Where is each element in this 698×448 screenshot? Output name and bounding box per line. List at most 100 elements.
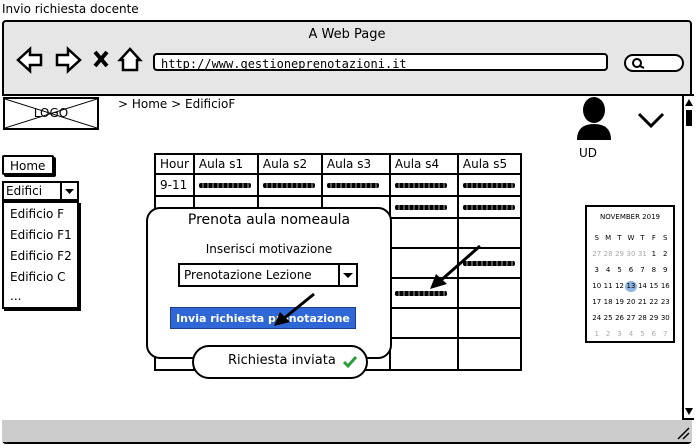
- calendar-day[interactable]: 6: [648, 329, 659, 340]
- calendar-day[interactable]: 29: [614, 249, 625, 260]
- calendar-day[interactable]: 27: [591, 249, 602, 260]
- calendar-day[interactable]: 28: [637, 313, 648, 324]
- table-header-row: Hour Aula s1 Aula s2 Aula s3 Aula s4 Aul…: [154, 153, 522, 175]
- calendar-day[interactable]: 3: [591, 265, 602, 276]
- calendar-day[interactable]: 13: [625, 281, 637, 292]
- calendar-day[interactable]: 4: [625, 329, 636, 340]
- chevron-down-icon[interactable]: [636, 110, 666, 130]
- calendar-day[interactable]: 15: [648, 281, 659, 292]
- table-cell[interactable]: [388, 195, 459, 219]
- table-cell[interactable]: [388, 173, 459, 197]
- calendar-day[interactable]: 16: [660, 281, 671, 292]
- resize-grip-icon[interactable]: [676, 426, 690, 440]
- search-field[interactable]: [624, 54, 684, 72]
- toast-text: Richiesta inviata: [228, 353, 336, 368]
- calendar-day[interactable]: 30: [625, 249, 636, 260]
- calendar-day[interactable]: 2: [602, 329, 613, 340]
- calendar-day[interactable]: 23: [660, 297, 671, 308]
- calendar-day[interactable]: 19: [614, 297, 625, 308]
- calendar-day[interactable]: 25: [602, 313, 613, 324]
- calendar-day[interactable]: 31: [637, 249, 648, 260]
- table-cell[interactable]: [456, 195, 522, 219]
- list-item[interactable]: Edificio F1: [10, 228, 72, 242]
- calendar-day[interactable]: 5: [614, 265, 625, 276]
- calendar-day[interactable]: 18: [602, 297, 613, 308]
- building-list: Edificio F Edificio F1 Edificio F2 Edifi…: [2, 201, 79, 309]
- calendar-day[interactable]: 20: [625, 297, 636, 308]
- url-input[interactable]: http://www.gestioneprenotazioni.it: [153, 53, 608, 71]
- browser-nav-icons: [16, 46, 143, 74]
- chevron-down-icon: [343, 273, 353, 278]
- send-request-button[interactable]: Invia richiesta prenotazione: [170, 307, 356, 329]
- page-title: Invio richiesta docente: [2, 2, 139, 16]
- table-cell[interactable]: [192, 173, 259, 197]
- calendar-day[interactable]: 2: [660, 249, 671, 260]
- calendar-day[interactable]: 10: [591, 281, 602, 292]
- calendar-day[interactable]: 30: [660, 313, 671, 324]
- reason-select[interactable]: Prenotazione Lezione: [178, 263, 358, 287]
- calendar-day[interactable]: 4: [602, 265, 613, 276]
- calendar-day[interactable]: 12: [614, 281, 625, 292]
- user-avatar-icon[interactable]: [574, 96, 614, 142]
- logo: LOGO: [3, 97, 99, 130]
- calendar-day[interactable]: 6: [625, 265, 636, 276]
- breadcrumb[interactable]: > Home > EdificioF: [118, 97, 235, 111]
- window-title: A Web Page: [308, 27, 386, 42]
- building-select[interactable]: Edifici: [2, 181, 79, 201]
- calendar-day[interactable]: 26: [614, 313, 625, 324]
- table-header: Aula s1: [192, 153, 259, 175]
- table-header: Aula s5: [456, 153, 522, 175]
- list-item[interactable]: Edificio F: [10, 207, 64, 221]
- calendar-day[interactable]: 14: [637, 281, 648, 292]
- list-item[interactable]: Edificio C: [10, 270, 66, 284]
- calendar-day[interactable]: 21: [637, 297, 648, 308]
- building-select-value: Edifici: [6, 184, 43, 198]
- table-cell[interactable]: [320, 173, 391, 197]
- table-row: 9-11: [154, 173, 522, 197]
- weekday-label: S: [663, 234, 668, 242]
- table-header: Aula s4: [388, 153, 459, 175]
- calendar-day[interactable]: 8: [648, 265, 659, 276]
- close-icon[interactable]: [93, 50, 109, 68]
- calendar-day[interactable]: 17: [591, 297, 602, 308]
- calendar-day[interactable]: 9: [660, 265, 671, 276]
- user-name: UD: [579, 146, 598, 160]
- table-cell[interactable]: [256, 173, 323, 197]
- calendar-day[interactable]: 22: [648, 297, 659, 308]
- calendar-day[interactable]: 27: [625, 313, 636, 324]
- reason-label: Inserisci motivazione: [205, 242, 333, 256]
- time-cell: 9-11: [154, 173, 195, 197]
- calendar-day[interactable]: 3: [614, 329, 625, 340]
- logo-text: LOGO: [33, 106, 69, 120]
- list-item[interactable]: Edificio F2: [10, 249, 72, 263]
- forward-icon[interactable]: [55, 46, 82, 74]
- list-item[interactable]: ...: [10, 289, 21, 303]
- weekday-label: F: [651, 234, 656, 242]
- calendar-day[interactable]: 7: [660, 329, 671, 340]
- calendar-day[interactable]: 1: [591, 329, 602, 340]
- table-header: Aula s3: [320, 153, 391, 175]
- calendar-day[interactable]: 28: [602, 249, 613, 260]
- calendar-day[interactable]: 11: [602, 281, 613, 292]
- calendar-day[interactable]: 24: [591, 313, 602, 324]
- check-icon: [342, 356, 358, 369]
- table-cell[interactable]: [456, 173, 522, 197]
- calendar-day[interactable]: 7: [637, 265, 648, 276]
- table-header: Hour: [154, 153, 195, 175]
- home-button[interactable]: Home: [2, 155, 54, 175]
- weekday-label: T: [640, 234, 645, 242]
- scrollbar[interactable]: [682, 94, 694, 420]
- back-icon[interactable]: [16, 46, 43, 74]
- calendar-day[interactable]: 5: [637, 329, 648, 340]
- dialog-title: Prenota aula nomeaula: [187, 212, 351, 228]
- arrow-icon: [430, 244, 481, 289]
- table-header: Aula s2: [256, 153, 323, 175]
- home-icon[interactable]: [117, 47, 143, 72]
- weekday-label: M: [605, 234, 612, 242]
- reason-select-value: Prenotazione Lezione: [184, 268, 312, 282]
- calendar-day[interactable]: 29: [648, 313, 659, 324]
- chevron-down-icon: [65, 189, 74, 194]
- calendar-day[interactable]: 1: [648, 249, 659, 260]
- search-icon: [632, 58, 642, 68]
- calendar-title: NOVEMBER 2019: [599, 213, 660, 221]
